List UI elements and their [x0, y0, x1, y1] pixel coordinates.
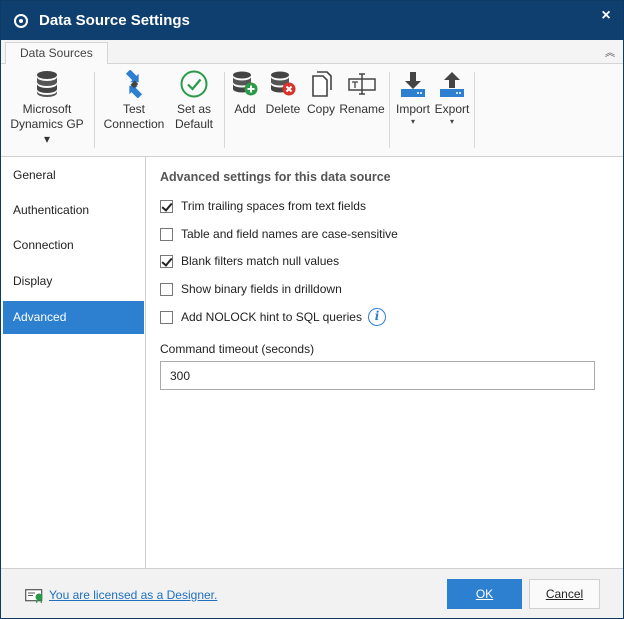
binary-fields-drilldown-checkbox[interactable]: [160, 283, 173, 296]
import-dropdown-icon: ▾: [410, 117, 415, 126]
settings-sidebar: General Authentication Connection Displa…: [1, 157, 146, 568]
trim-trailing-spaces-label: Trim trailing spaces from text fields: [181, 199, 366, 213]
copy-label: Copy: [306, 102, 335, 116]
ribbon: Microsoft Dynamics GP ▾ Test Connection …: [1, 64, 623, 157]
ribbon-separator: [389, 72, 390, 148]
data-source-settings-dialog: Data Source Settings × Data Sources ︽ Mi…: [0, 0, 624, 619]
collapse-ribbon-icon[interactable]: ︽: [605, 44, 615, 59]
binary-fields-drilldown-label: Show binary fields in drilldown: [181, 282, 342, 296]
copy-button[interactable]: Copy: [305, 70, 337, 117]
export-label: Export: [434, 102, 470, 116]
copy-icon: [312, 71, 332, 97]
import-icon: [401, 72, 425, 97]
close-button[interactable]: ×: [597, 7, 615, 25]
trim-trailing-spaces-checkbox[interactable]: [160, 200, 173, 213]
export-button[interactable]: Export ▾: [433, 70, 471, 127]
default-label-line1: Set as: [176, 102, 212, 116]
ok-button[interactable]: OK: [447, 579, 522, 609]
ribbon-separator: [474, 72, 475, 148]
sidebar-item-general[interactable]: General: [3, 159, 144, 192]
rename-icon: [348, 73, 376, 95]
import-button[interactable]: Import ▾: [394, 70, 432, 127]
case-sensitive-label: Table and field names are case-sensitive: [181, 227, 398, 241]
checkmark-circle-icon: [180, 70, 208, 98]
sidebar-item-advanced[interactable]: Advanced: [3, 301, 144, 334]
delete-label: Delete: [265, 102, 301, 116]
ribbon-tab-row: Data Sources ︽: [1, 40, 623, 65]
export-icon: [440, 72, 464, 97]
cancel-button[interactable]: Cancel: [529, 579, 600, 609]
advanced-settings-panel: Advanced settings for this data source T…: [147, 157, 623, 568]
nolock-hint-label: Add NOLOCK hint to SQL queries: [181, 310, 362, 324]
datasource-type-button[interactable]: Microsoft Dynamics GP ▾: [7, 70, 87, 147]
database-add-icon: [233, 71, 258, 96]
default-label-line2: Default: [174, 117, 214, 131]
title-bar: Data Source Settings ×: [1, 1, 623, 40]
license-link[interactable]: You are licensed as a Designer.: [49, 588, 217, 602]
rename-label: Rename: [339, 102, 385, 116]
test-connection-button[interactable]: Test Connection: [101, 70, 167, 132]
add-button[interactable]: Add: [230, 70, 260, 117]
dialog-footer: You are licensed as a Designer. OK Cance…: [1, 568, 623, 618]
sidebar-item-connection[interactable]: Connection: [3, 229, 144, 262]
add-label: Add: [234, 102, 256, 116]
test-label-line1: Test: [122, 102, 145, 116]
ribbon-separator: [94, 72, 95, 148]
test-label-line2: Connection: [103, 117, 165, 131]
database-icon: [37, 71, 57, 97]
delete-button[interactable]: Delete: [264, 70, 302, 117]
tab-data-sources[interactable]: Data Sources: [5, 42, 108, 65]
nolock-hint-checkbox[interactable]: [160, 311, 173, 324]
window-title: Data Source Settings: [39, 12, 190, 29]
ribbon-separator: [224, 72, 225, 148]
case-sensitive-checkbox[interactable]: [160, 228, 173, 241]
sidebar-item-authentication[interactable]: Authentication: [3, 194, 144, 227]
certificate-icon: [25, 589, 43, 603]
ok-label: OK: [475, 587, 494, 601]
sidebar-item-display[interactable]: Display: [3, 265, 144, 298]
info-icon[interactable]: i: [368, 308, 386, 326]
export-dropdown-icon: ▾: [449, 117, 454, 126]
command-timeout-label: Command timeout (seconds): [160, 342, 315, 356]
blank-filters-null-label: Blank filters match null values: [181, 254, 340, 268]
section-title: Advanced settings for this data source: [160, 170, 391, 184]
set-as-default-button[interactable]: Set as Default: [171, 70, 217, 132]
datasource-label-line1: Microsoft: [22, 102, 72, 116]
database-delete-icon: [271, 71, 296, 96]
import-label: Import: [395, 102, 430, 116]
datasource-label-line2: Dynamics GP ▾: [10, 117, 84, 146]
rename-button[interactable]: Rename: [339, 70, 385, 117]
target-circle-icon: [14, 14, 28, 28]
connection-arrows-icon: [125, 70, 143, 98]
command-timeout-input[interactable]: [160, 361, 595, 390]
cancel-label: Cancel: [545, 587, 584, 601]
blank-filters-null-checkbox[interactable]: [160, 255, 173, 268]
